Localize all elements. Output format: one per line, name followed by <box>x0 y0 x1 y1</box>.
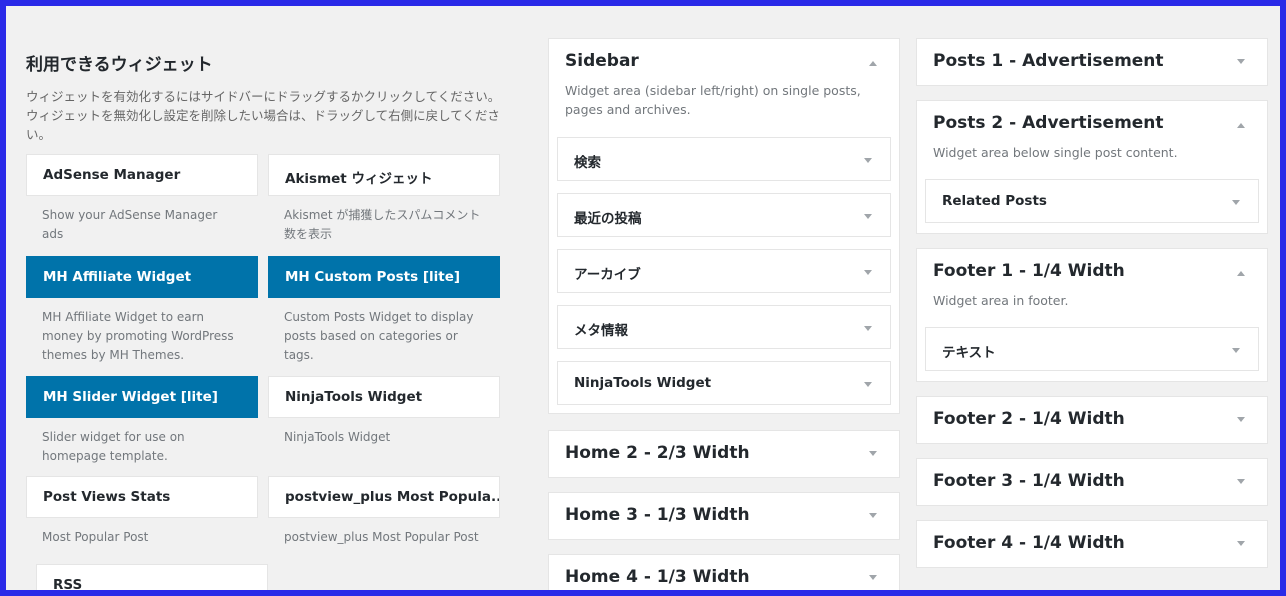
widget-description: MH Affiliate Widget to earn money by pro… <box>42 310 234 362</box>
area-home-3[interactable]: Home 3 - 1/3 Width <box>548 492 900 540</box>
widget-title[interactable]: AdSense Manager <box>26 154 258 196</box>
widgets-screen: 利用できるウィジェット ウィジェットを有効化するにはサイドバーにドラッグするかク… <box>6 6 1280 590</box>
arrow-down-icon[interactable] <box>869 451 877 456</box>
area-title: Footer 1 - 1/4 Width <box>933 261 1125 281</box>
widget-areas-column-middle: Sidebar Widget area (sidebar left/right)… <box>548 38 900 590</box>
placed-widget-recent-posts[interactable]: 最近の投稿 <box>557 193 891 237</box>
area-title: Footer 2 - 1/4 Width <box>933 409 1125 429</box>
widget-rss[interactable]: RSS <box>36 564 268 590</box>
widget-akismet[interactable]: Akismet ウィジェット Akismet が捕獲したスパムコメント数を表示 <box>268 154 500 244</box>
area-home-2[interactable]: Home 2 - 2/3 Width <box>548 430 900 478</box>
placed-widget-title: Related Posts <box>942 193 1047 209</box>
arrow-up-icon[interactable] <box>1237 123 1245 128</box>
area-posts-1[interactable]: Posts 1 - Advertisement <box>916 38 1268 86</box>
arrow-down-icon[interactable] <box>869 575 877 580</box>
placed-widget-text[interactable]: テキスト <box>925 327 1259 371</box>
arrow-down-icon[interactable] <box>864 270 872 275</box>
arrow-up-icon[interactable] <box>1237 271 1245 276</box>
area-title: Home 4 - 1/3 Width <box>565 567 750 587</box>
widget-mh-custom-posts[interactable]: MH Custom Posts [lite] Custom Posts Widg… <box>268 256 500 365</box>
placed-widget-title: メタ情報 <box>574 323 628 339</box>
arrow-down-icon[interactable] <box>1232 200 1240 205</box>
arrow-down-icon[interactable] <box>1237 541 1245 546</box>
arrow-down-icon[interactable] <box>1237 417 1245 422</box>
widget-title[interactable]: NinjaTools Widget <box>268 376 500 418</box>
area-title: Home 3 - 1/3 Width <box>565 505 750 525</box>
area-sidebar-header[interactable]: Sidebar <box>549 39 899 87</box>
widget-title[interactable]: MH Affiliate Widget <box>26 256 258 298</box>
widget-description: Most Popular Post <box>42 530 149 544</box>
placed-widget-meta[interactable]: メタ情報 <box>557 305 891 349</box>
widget-mh-affiliate[interactable]: MH Affiliate Widget MH Affiliate Widget … <box>26 256 258 365</box>
arrow-down-icon[interactable] <box>864 214 872 219</box>
arrow-down-icon[interactable] <box>1232 348 1240 353</box>
arrow-down-icon[interactable] <box>864 326 872 331</box>
placed-widget-title: テキスト <box>942 345 996 361</box>
area-footer-3[interactable]: Footer 3 - 1/4 Width <box>916 458 1268 506</box>
widget-title[interactable]: Akismet ウィジェット <box>268 154 500 196</box>
placed-widget-related-posts[interactable]: Related Posts <box>925 179 1259 223</box>
widget-title[interactable]: postview_plus Most Popula... <box>268 476 500 518</box>
widget-postview-plus[interactable]: postview_plus Most Popula... postview_pl… <box>268 476 500 547</box>
area-footer-1-header[interactable]: Footer 1 - 1/4 Width <box>917 249 1267 297</box>
widget-description: Show your AdSense Manager ads <box>42 208 218 241</box>
area-home-4[interactable]: Home 4 - 1/3 Width <box>548 554 900 590</box>
area-sidebar: Sidebar Widget area (sidebar left/right)… <box>548 38 900 414</box>
area-title: Sidebar <box>565 51 639 71</box>
arrow-down-icon[interactable] <box>869 513 877 518</box>
placed-widget-title: 最近の投稿 <box>574 211 642 227</box>
widget-adsense-manager[interactable]: AdSense Manager Show your AdSense Manage… <box>26 154 258 244</box>
placed-widget-search[interactable]: 検索 <box>557 137 891 181</box>
area-posts-2-header[interactable]: Posts 2 - Advertisement <box>917 101 1267 149</box>
placed-widget-title: 検索 <box>574 155 601 171</box>
placed-widget-title: NinjaTools Widget <box>574 375 712 391</box>
area-footer-4[interactable]: Footer 4 - 1/4 Width <box>916 520 1268 568</box>
widget-areas-column-right: Posts 1 - Advertisement Posts 2 - Advert… <box>916 38 1268 590</box>
area-title: Footer 3 - 1/4 Width <box>933 471 1125 491</box>
widget-title[interactable]: RSS <box>36 564 268 590</box>
placed-widget-title: アーカイブ <box>574 267 641 283</box>
area-title: Posts 1 - Advertisement <box>933 51 1164 71</box>
area-title: Posts 2 - Advertisement <box>933 113 1164 133</box>
widget-ninjatools[interactable]: NinjaTools Widget NinjaTools Widget <box>268 376 500 447</box>
available-widgets-header: 利用できるウィジェット ウィジェットを有効化するにはサイドバーにドラッグするかク… <box>26 50 506 144</box>
widget-description: Custom Posts Widget to display posts bas… <box>284 310 474 362</box>
widget-description: Akismet が捕獲したスパムコメント数を表示 <box>284 208 481 241</box>
widget-title[interactable]: MH Custom Posts [lite] <box>268 256 500 298</box>
area-title: Home 2 - 2/3 Width <box>565 443 750 463</box>
arrow-down-icon[interactable] <box>864 382 872 387</box>
placed-widget-archives[interactable]: アーカイブ <box>557 249 891 293</box>
area-footer-2[interactable]: Footer 2 - 1/4 Width <box>916 396 1268 444</box>
widget-title[interactable]: MH Slider Widget [lite] <box>26 376 258 418</box>
area-posts-2: Posts 2 - Advertisement Widget area belo… <box>916 100 1268 234</box>
widget-description: Slider widget for use on homepage templa… <box>42 430 185 463</box>
area-footer-1: Footer 1 - 1/4 Width Widget area in foot… <box>916 248 1268 382</box>
widget-description: postview_plus Most Popular Post <box>284 530 479 544</box>
arrow-down-icon[interactable] <box>864 158 872 163</box>
placed-widget-ninjatools[interactable]: NinjaTools Widget <box>557 361 891 405</box>
arrow-down-icon[interactable] <box>1237 59 1245 64</box>
available-widgets-description: ウィジェットを有効化するにはサイドバーにドラッグするかクリックしてください。ウィ… <box>26 89 501 142</box>
arrow-down-icon[interactable] <box>1237 479 1245 484</box>
widget-description: NinjaTools Widget <box>284 430 391 444</box>
widget-mh-slider[interactable]: MH Slider Widget [lite] Slider widget fo… <box>26 376 258 466</box>
available-widgets-title: 利用できるウィジェット <box>26 55 213 75</box>
widget-title[interactable]: Post Views Stats <box>26 476 258 518</box>
area-title: Footer 4 - 1/4 Width <box>933 533 1125 553</box>
widget-post-views-stats[interactable]: Post Views Stats Most Popular Post <box>26 476 258 547</box>
arrow-up-icon[interactable] <box>869 61 877 66</box>
